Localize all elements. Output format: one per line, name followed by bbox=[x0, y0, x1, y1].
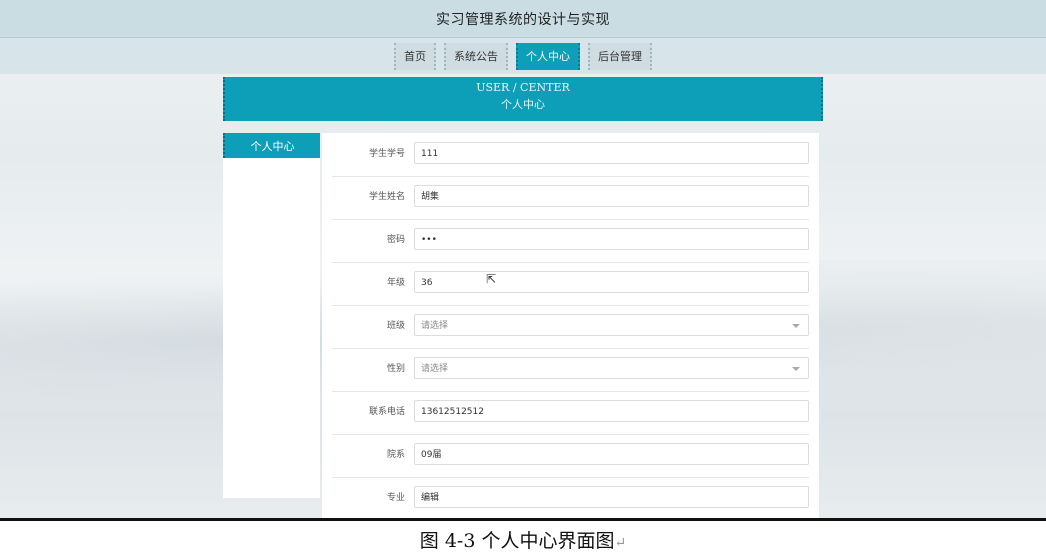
app-screen: 实习管理系统的设计与实现 首页 系统公告 个人中心 后台管理 USER / CE… bbox=[0, 0, 1046, 518]
field-label: 年级 bbox=[386, 278, 405, 288]
password-input[interactable]: ••• bbox=[414, 228, 809, 250]
student-id-input[interactable]: 111 bbox=[414, 142, 809, 164]
field-label: 专业 bbox=[386, 493, 405, 503]
phone-input[interactable]: 13612512512 bbox=[414, 400, 809, 422]
form-row-phone: 联系电话 13612512512 bbox=[332, 391, 809, 435]
main-nav: 首页 系统公告 个人中心 后台管理 bbox=[0, 38, 1046, 74]
field-label: 班级 bbox=[386, 321, 405, 331]
sidebar-item-user-center[interactable]: 个人中心 bbox=[223, 133, 320, 158]
class-select-value: 请选择 bbox=[421, 321, 449, 331]
gender-select-value: 请选择 bbox=[421, 364, 449, 374]
field-label: 联系电话 bbox=[368, 407, 405, 417]
form-row-major: 专业 编辑 bbox=[332, 477, 809, 518]
caption-text: 图 4-3 个人中心界面图 bbox=[419, 530, 615, 552]
field-label: 密码 bbox=[386, 235, 405, 245]
screenshot-border bbox=[0, 518, 1046, 521]
field-label: 学生学号 bbox=[368, 149, 405, 159]
page-banner: USER / CENTER 个人中心 bbox=[223, 77, 823, 121]
field-label: 院系 bbox=[386, 450, 405, 460]
chevron-down-icon bbox=[792, 324, 800, 328]
form-row-gender: 性别 请选择 bbox=[332, 348, 809, 392]
grade-input[interactable]: 36 bbox=[414, 271, 809, 293]
figure-caption: 图 4-3 个人中心界面图↵ bbox=[0, 526, 1046, 553]
field-label: 学生姓名 bbox=[368, 192, 405, 202]
nav-announcements[interactable]: 系统公告 bbox=[444, 42, 508, 70]
class-select[interactable]: 请选择 bbox=[414, 314, 809, 336]
form-row-password: 密码 ••• bbox=[332, 219, 809, 263]
banner-title-zh: 个人中心 bbox=[501, 98, 545, 111]
department-input[interactable]: 09届 bbox=[414, 443, 809, 465]
form-row-grade: 年级 36 bbox=[332, 262, 809, 306]
field-label: 性别 bbox=[386, 364, 405, 374]
chevron-down-icon bbox=[792, 367, 800, 371]
student-name-input[interactable]: 胡集 bbox=[414, 185, 809, 207]
gender-select[interactable]: 请选择 bbox=[414, 357, 809, 379]
banner-title-en: USER / CENTER bbox=[476, 81, 570, 94]
app-title: 实习管理系统的设计与实现 bbox=[436, 11, 610, 28]
top-header: 实习管理系统的设计与实现 bbox=[0, 0, 1046, 38]
form-row-class: 班级 请选择 bbox=[332, 305, 809, 349]
nav-user-center[interactable]: 个人中心 bbox=[516, 42, 580, 70]
form-row-student-name: 学生姓名 胡集 bbox=[332, 176, 809, 220]
major-input[interactable]: 编辑 bbox=[414, 486, 809, 508]
nav-home[interactable]: 首页 bbox=[394, 42, 436, 70]
form-row-department: 院系 09届 bbox=[332, 434, 809, 478]
return-mark-icon: ↵ bbox=[614, 535, 627, 551]
mouse-pointer-icon: ⇱ bbox=[486, 272, 497, 286]
profile-form: 学生学号 111 学生姓名 胡集 密码 ••• 年级 36 班级 请选择 性别 … bbox=[322, 133, 819, 518]
nav-admin[interactable]: 后台管理 bbox=[588, 42, 652, 70]
form-row-student-id: 学生学号 111 bbox=[332, 133, 809, 177]
sidebar: 个人中心 bbox=[223, 133, 320, 498]
